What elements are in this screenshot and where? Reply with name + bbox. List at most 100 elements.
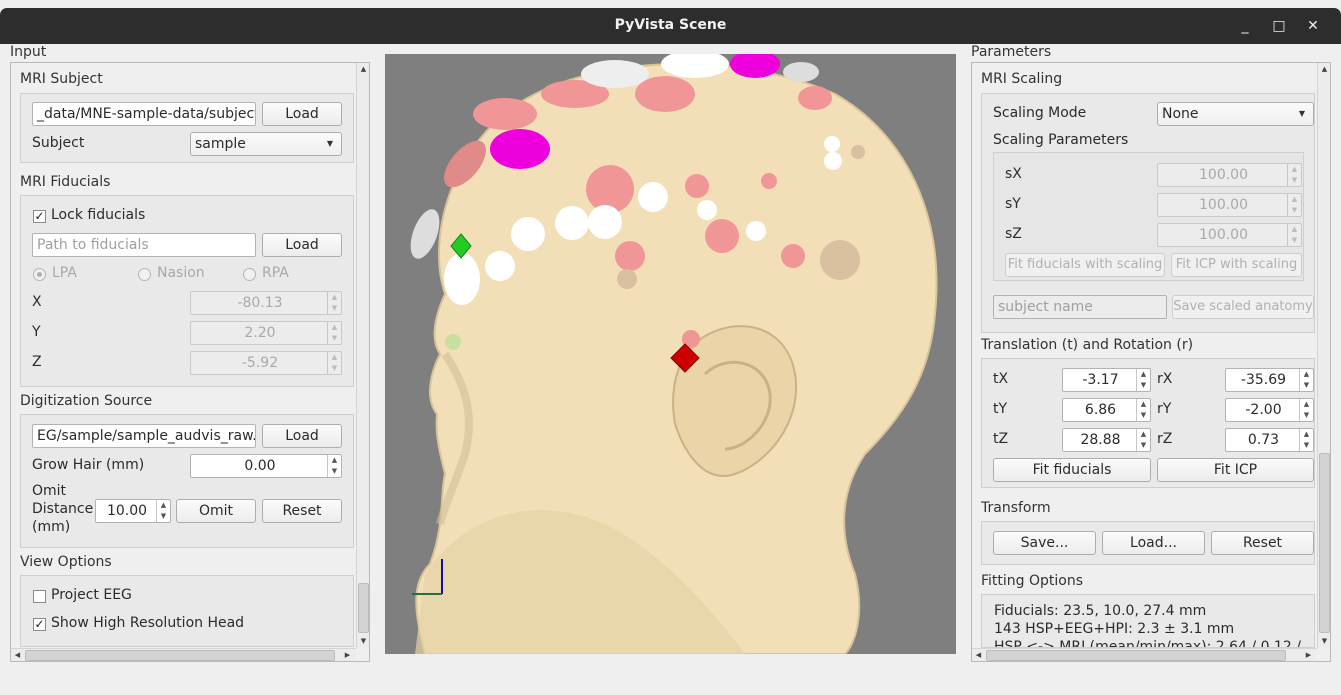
tx-stepper[interactable]: ▲ ▼ — [1136, 369, 1150, 391]
lock-fiducials-checkbox[interactable]: ✓ — [33, 210, 46, 223]
pyvista-3d-viewport[interactable] — [385, 54, 956, 654]
ry-stepper[interactable]: ▲ ▼ — [1299, 399, 1313, 421]
sy-stepper[interactable]: ▲ ▼ — [1287, 194, 1301, 216]
scroll-down-icon[interactable]: ▼ — [357, 635, 370, 648]
fit-fiducials-button[interactable]: Fit fiducials — [993, 458, 1151, 482]
fiducials-path-input[interactable]: Path to fiducials — [32, 233, 256, 257]
main-frame: Input MRI Subject _data/MNE-sample-data/… — [0, 44, 1341, 695]
tz-label: tZ — [993, 431, 1009, 447]
sz-stepper[interactable]: ▲ ▼ — [1287, 224, 1301, 246]
scroll-thumb[interactable] — [1319, 453, 1330, 633]
save-transform-button[interactable]: Save... — [993, 531, 1096, 555]
mri-scaling-title: MRI Scaling — [981, 71, 1063, 87]
load-transform-button[interactable]: Load... — [1102, 531, 1205, 555]
fid-y-spinbox[interactable]: 2.20 ▲ ▼ — [190, 321, 342, 345]
grow-hair-stepper[interactable]: ▲ ▼ — [327, 455, 341, 477]
scaling-mode-select[interactable]: None ▼ — [1157, 102, 1314, 126]
omit-button[interactable]: Omit — [176, 499, 256, 523]
scaling-params-label: Scaling Parameters — [993, 132, 1129, 148]
digitization-file-input[interactable]: EG/sample/sample_audvis_raw.fif — [32, 424, 256, 448]
lpa-radio[interactable] — [33, 268, 46, 281]
input-vertical-scrollbar[interactable]: ▲ ▼ — [356, 63, 369, 648]
ty-spinbox[interactable]: 6.86 ▲ ▼ — [1062, 398, 1151, 422]
fitting-options-box: Fiducials: 23.5, 10.0, 27.4 mm 143 HSP+E… — [981, 594, 1315, 648]
load-fiducials-button[interactable]: Load — [262, 233, 342, 257]
ry-spinbox[interactable]: -2.00 ▲ ▼ — [1225, 398, 1314, 422]
head-scene-svg — [410, 54, 938, 654]
fid-x-spinbox[interactable]: -80.13 ▲ ▼ — [190, 291, 342, 315]
app-window: PyVista Scene _ □ ✕ Input MRI Subject _d… — [0, 0, 1341, 695]
rx-value: -35.69 — [1240, 372, 1287, 388]
fid-y-stepper[interactable]: ▲ ▼ — [327, 322, 341, 344]
grow-hair-spinbox[interactable]: 0.00 ▲ ▼ — [190, 454, 342, 478]
omit-distance-spinbox[interactable]: 10.00 ▲ ▼ — [95, 499, 171, 523]
tz-stepper[interactable]: ▲ ▼ — [1136, 429, 1150, 451]
parameters-vertical-scrollbar[interactable]: ▲ ▼ — [1317, 63, 1330, 648]
sz-spinbox[interactable]: 100.00 ▲ ▼ — [1157, 223, 1302, 247]
fit-fiducials-scaling-button[interactable]: Fit fiducials with scaling — [1005, 253, 1165, 277]
rx-stepper[interactable]: ▲ ▼ — [1299, 369, 1313, 391]
close-button[interactable]: ✕ — [1301, 14, 1325, 38]
scroll-thumb[interactable] — [358, 583, 369, 633]
hsp-mri-distance-text: HSP <-> MRI (mean/min/max): 2.64 / 0.12 … — [994, 639, 1301, 648]
rpa-radio[interactable] — [243, 268, 256, 281]
save-scaled-anatomy-button[interactable]: Save scaled anatomy — [1172, 295, 1314, 319]
chevron-down-icon: ▼ — [326, 139, 333, 148]
scroll-up-icon[interactable]: ▲ — [357, 63, 370, 76]
scroll-right-icon[interactable]: ▶ — [1302, 649, 1315, 662]
fid-z-stepper[interactable]: ▲ ▼ — [327, 352, 341, 374]
sx-label: sX — [1005, 166, 1022, 182]
subject-name-input[interactable]: subject name — [993, 295, 1167, 319]
ry-label: rY — [1157, 401, 1172, 417]
parameters-horizontal-scrollbar[interactable]: ◀ ▶ — [972, 648, 1317, 661]
tx-spinbox[interactable]: -3.17 ▲ ▼ — [1062, 368, 1151, 392]
digitization-title: Digitization Source — [20, 393, 153, 409]
reset-digitization-button[interactable]: Reset — [262, 499, 342, 523]
load-digitization-button[interactable]: Load — [262, 424, 342, 448]
reset-transform-button[interactable]: Reset — [1211, 531, 1314, 555]
fit-icp-scaling-button[interactable]: Fit ICP with scaling — [1171, 253, 1302, 277]
hscroll-thumb[interactable] — [25, 650, 335, 661]
load-subjects-button[interactable]: Load — [262, 102, 342, 126]
subjects-dir-input[interactable]: _data/MNE-sample-data/subjects — [32, 102, 256, 126]
project-eeg-label: Project EEG — [51, 587, 132, 603]
rpa-label: RPA — [262, 265, 289, 281]
scroll-down-icon[interactable]: ▼ — [1318, 635, 1331, 648]
subject-select-value: sample — [195, 136, 246, 152]
transform-title: Transform — [981, 500, 1051, 516]
nasion-radio[interactable] — [138, 268, 151, 281]
minimize-button[interactable]: _ — [1233, 14, 1257, 38]
subject-select[interactable]: sample ▼ — [190, 132, 342, 156]
fid-x-stepper[interactable]: ▲ ▼ — [327, 292, 341, 314]
scroll-up-icon[interactable]: ▲ — [1318, 63, 1331, 76]
rx-spinbox[interactable]: -35.69 ▲ ▼ — [1225, 368, 1314, 392]
input-panel: MRI Subject _data/MNE-sample-data/subjec… — [10, 62, 370, 662]
input-horizontal-scrollbar[interactable]: ◀ ▶ — [11, 648, 356, 661]
omit-distance-stepper[interactable]: ▲ ▼ — [156, 500, 170, 522]
scroll-left-icon[interactable]: ◀ — [972, 649, 985, 662]
sy-spinbox[interactable]: 100.00 ▲ ▼ — [1157, 193, 1302, 217]
ty-value: 6.86 — [1084, 402, 1117, 418]
ty-stepper[interactable]: ▲ ▼ — [1136, 399, 1150, 421]
project-eeg-checkbox[interactable] — [33, 590, 46, 603]
sx-spinbox[interactable]: 100.00 ▲ ▼ — [1157, 163, 1302, 187]
scroll-right-icon[interactable]: ▶ — [341, 649, 354, 662]
sy-label: sY — [1005, 196, 1021, 212]
fit-icp-button[interactable]: Fit ICP — [1157, 458, 1314, 482]
rz-value: 0.73 — [1247, 432, 1280, 448]
scroll-left-icon[interactable]: ◀ — [11, 649, 24, 662]
rz-spinbox[interactable]: 0.73 ▲ ▼ — [1225, 428, 1314, 452]
sx-stepper[interactable]: ▲ ▼ — [1287, 164, 1301, 186]
hscroll-thumb[interactable] — [986, 650, 1286, 661]
tz-spinbox[interactable]: 28.88 ▲ ▼ — [1062, 428, 1151, 452]
rx-label: rX — [1157, 371, 1173, 387]
fid-z-spinbox[interactable]: -5.92 ▲ ▼ — [190, 351, 342, 375]
maximize-button[interactable]: □ — [1267, 14, 1291, 38]
high-res-head-checkbox[interactable]: ✓ — [33, 618, 46, 631]
sz-label: sZ — [1005, 226, 1022, 242]
chevron-down-icon: ▼ — [1298, 109, 1305, 118]
sz-value: 100.00 — [1199, 227, 1248, 243]
rz-stepper[interactable]: ▲ ▼ — [1299, 429, 1313, 451]
grow-hair-label: Grow Hair (mm) — [32, 457, 145, 473]
omit-label: Omit — [32, 483, 67, 499]
